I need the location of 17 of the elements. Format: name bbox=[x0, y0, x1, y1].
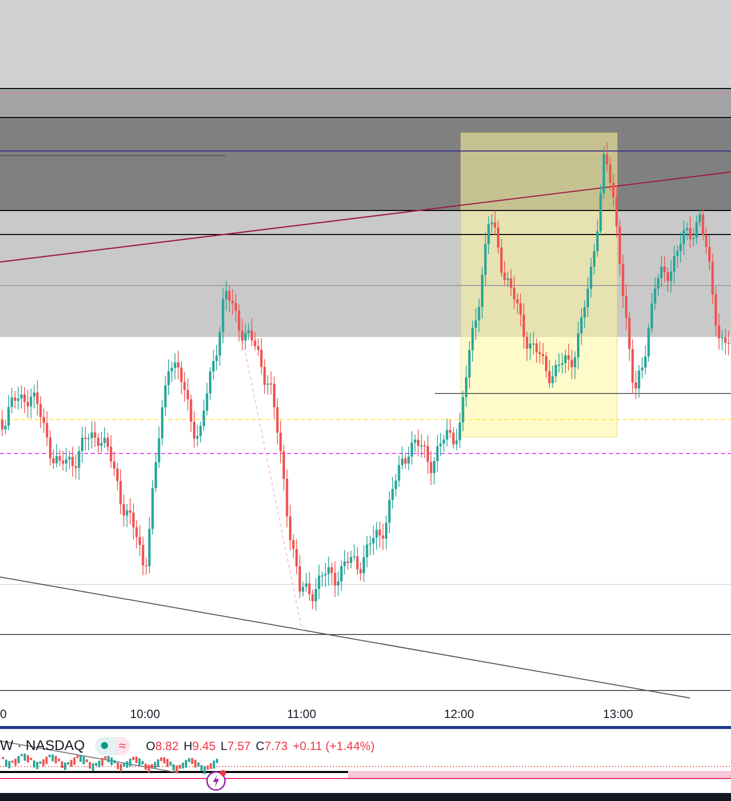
ohlc-label: O bbox=[146, 738, 156, 754]
time-axis-label: 10:00 bbox=[130, 706, 160, 723]
ohlc-value: 7.73 bbox=[264, 738, 288, 754]
price-change: +0.11 (+1.44%) bbox=[292, 738, 375, 754]
lightning-icon[interactable] bbox=[205, 769, 227, 791]
time-axis-label: 12:00 bbox=[444, 706, 474, 723]
time-axis-label: 11:00 bbox=[287, 706, 316, 723]
ohlc-label: C bbox=[256, 738, 264, 754]
status-glyph: ≈ bbox=[114, 736, 130, 754]
ohlc-value: 7.57 bbox=[227, 738, 251, 754]
time-axis-label: 13:00 bbox=[603, 706, 634, 723]
ohlc-value: 8.82 bbox=[155, 738, 179, 754]
ohlc-value: 9.45 bbox=[192, 738, 216, 754]
time-axis-label: 0 bbox=[0, 706, 7, 723]
ohlc-label: H bbox=[184, 738, 192, 754]
symbol-label[interactable]: W · NASDAQ bbox=[0, 735, 85, 756]
ohlc-label: L bbox=[220, 738, 228, 754]
